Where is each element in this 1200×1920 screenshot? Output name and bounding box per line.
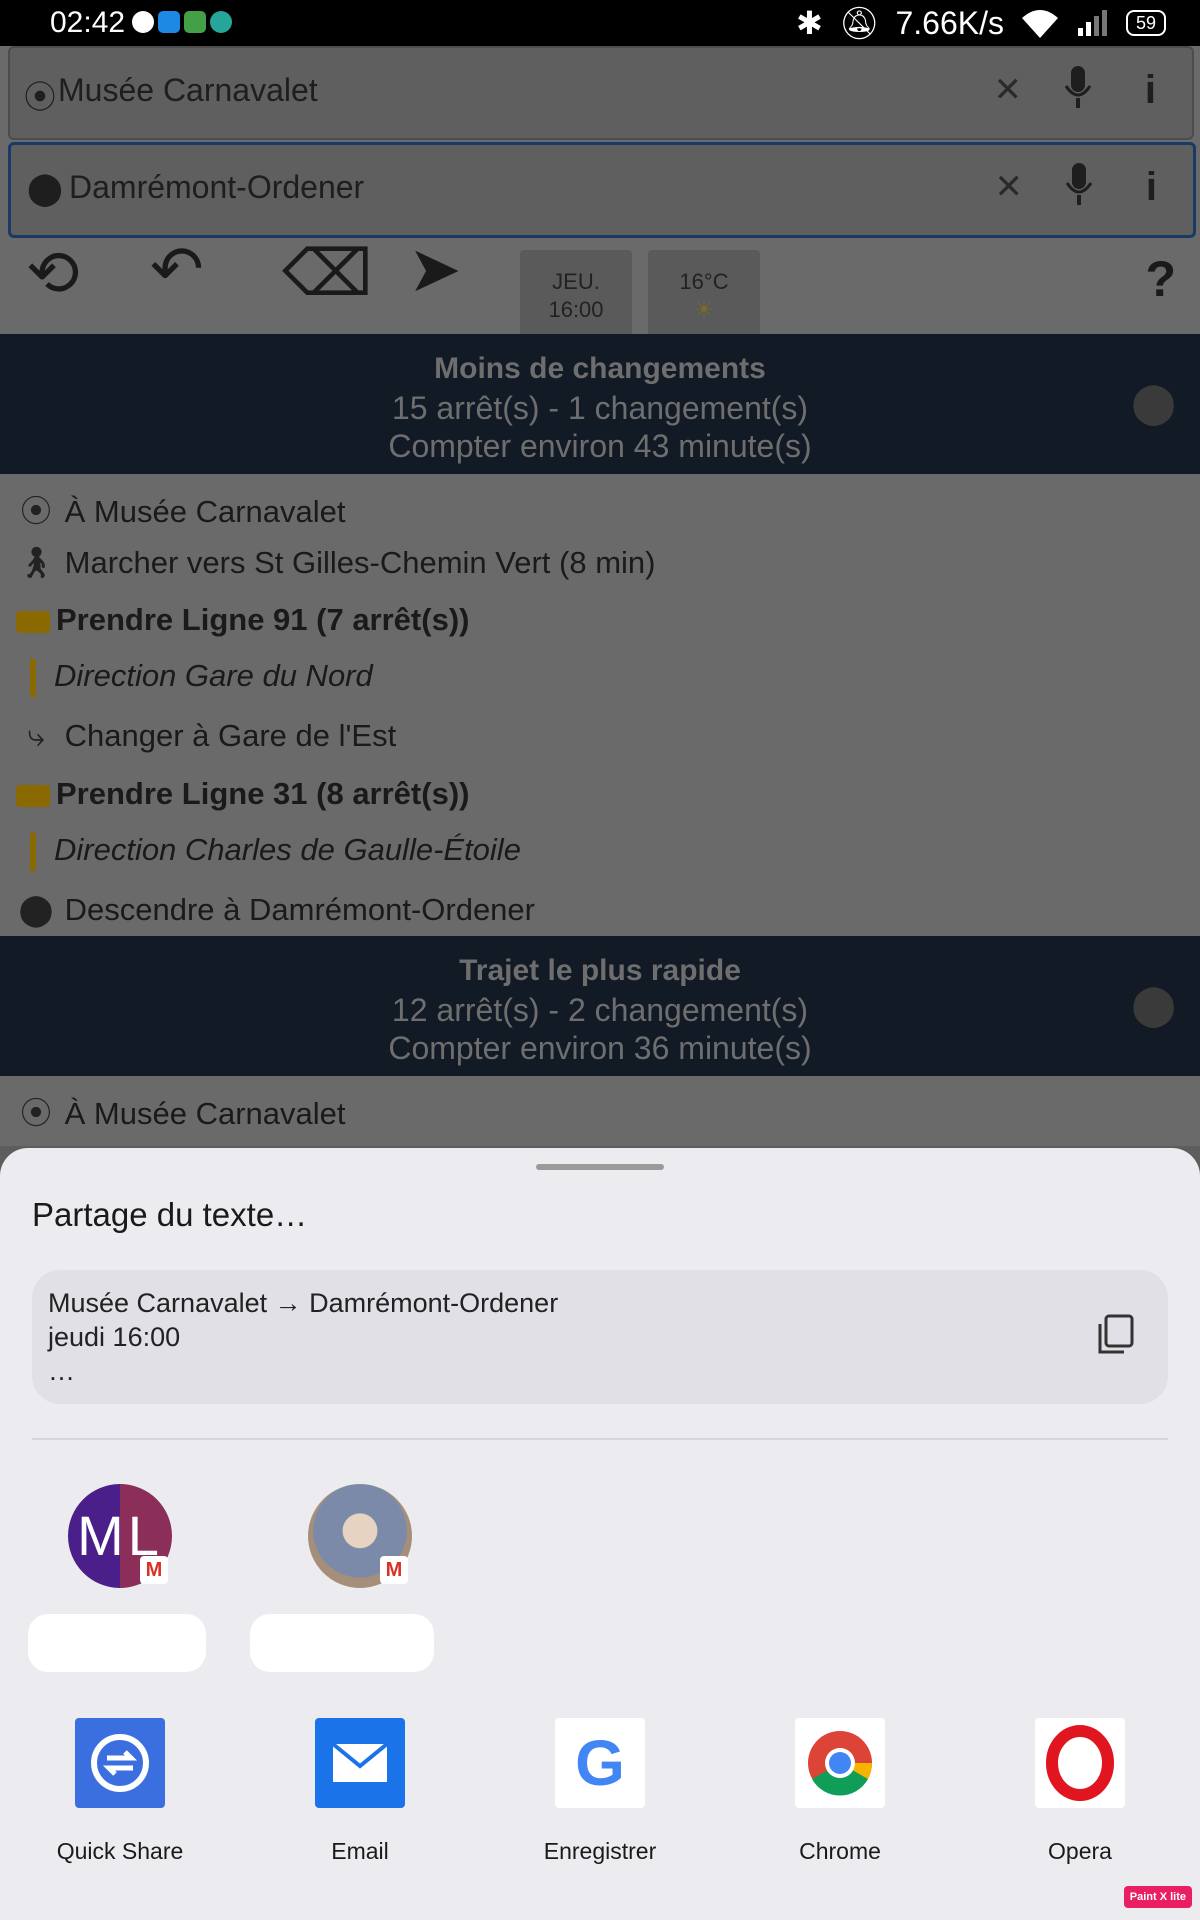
weather-icon: ☀: [694, 297, 714, 322]
help-icon[interactable]: ?: [1145, 250, 1176, 308]
destination-value: Damrémont-Ordener: [69, 169, 365, 205]
origin-field[interactable]: ⦿ Musée Carnavalet ✕ i: [8, 46, 1194, 140]
route2-duration: Compter environ 36 minute(s): [388, 1030, 812, 1066]
preview-line: …: [48, 1356, 75, 1386]
step-row: ⦿ À Musée Carnavalet: [16, 486, 346, 531]
google-icon[interactable]: G: [555, 1718, 645, 1808]
puzzle-notification-icon: [184, 11, 206, 33]
undo-icon[interactable]: ↶: [150, 232, 204, 307]
redacted-contact-name: [250, 1614, 434, 1672]
temperature-label: 16°C: [679, 269, 729, 294]
watermark-badge: Paint X lite: [1123, 1886, 1192, 1908]
bluetooth-icon: ✱: [796, 5, 823, 41]
day-label: JEU.: [552, 269, 600, 294]
clear-origin-icon[interactable]: ✕: [994, 70, 1023, 110]
pin-icon: ⬤: [18, 892, 54, 927]
gmail-icon: M: [380, 1556, 408, 1584]
transfer-icon: ⤷: [27, 718, 45, 753]
copy-icon[interactable]: [1096, 1314, 1134, 1356]
navigate-icon[interactable]: ➤: [408, 232, 462, 307]
map-pin-icon[interactable]: ⬤: [1131, 982, 1176, 1028]
preview-line: Musée Carnavalet → Damrémont-Ordener: [48, 1288, 559, 1318]
route-icon[interactable]: ⟲: [26, 236, 80, 311]
info-icon[interactable]: i: [1146, 165, 1157, 210]
quick-share-icon[interactable]: [75, 1718, 165, 1808]
email-icon[interactable]: [315, 1718, 405, 1808]
backspace-icon[interactable]: ⌫: [282, 236, 373, 311]
route2-banner[interactable]: Trajet le plus rapide 12 arrêt(s) - 2 ch…: [0, 936, 1200, 1076]
app-label: Quick Share: [56, 1838, 184, 1864]
wifi-icon: [1021, 10, 1058, 38]
battery-icon: 59: [1125, 10, 1166, 36]
divider: [32, 1438, 1168, 1440]
notification-icon: [132, 11, 154, 33]
line-bar: [30, 658, 36, 697]
app-notification-icon: [158, 11, 180, 33]
mic-icon[interactable]: [1064, 66, 1092, 110]
step-row: Prendre Ligne 31 (8 arrêt(s)): [16, 776, 469, 812]
line-bar: [30, 832, 36, 871]
mic-icon[interactable]: [1065, 163, 1093, 207]
info-icon[interactable]: i: [1145, 68, 1156, 113]
step-row: ⬤ Descendre à Damrémont-Ordener: [16, 892, 535, 928]
target-icon: ⦿: [20, 1096, 52, 1131]
share-title: Partage du texte…: [32, 1196, 308, 1233]
app-label: Email: [331, 1838, 389, 1864]
opera-icon[interactable]: [1035, 1718, 1125, 1808]
pin-icon: ⬤: [27, 170, 63, 206]
step-row: Direction Gare du Nord: [16, 658, 373, 697]
preview-line: jeudi 16:00: [48, 1322, 181, 1352]
bus-icon: [16, 610, 50, 633]
signal-icon: [1077, 10, 1107, 36]
status-bar: 02:42 ✱ 🔕︎ 7.66K/s 59: [0, 0, 1200, 46]
walk-icon: 🚶︎: [16, 545, 56, 580]
step-row: Direction Charles de Gaulle-Étoile: [16, 832, 521, 871]
clear-destination-icon[interactable]: ✕: [995, 167, 1024, 207]
mute-icon: 🔕︎: [838, 5, 880, 41]
route1-summary: 15 arrêt(s) - 1 changement(s): [391, 390, 809, 426]
origin-value: Musée Carnavalet: [58, 72, 318, 108]
route2-title: Trajet le plus rapide: [459, 954, 741, 987]
step-row: ⦿ À Musée Carnavalet: [16, 1088, 346, 1133]
route1-banner[interactable]: Moins de changements 15 arrêt(s) - 1 cha…: [0, 334, 1200, 474]
step-row: 🚶︎ Marcher vers St Gilles-Chemin Vert (8…: [16, 545, 656, 580]
app-label: Chrome: [799, 1838, 881, 1864]
gmail-icon: M: [140, 1556, 168, 1584]
redacted-contact-name: [28, 1614, 206, 1672]
route-planner-app: ⦿ Musée Carnavalet ✕ i ⬤ Damrémont-Orden…: [0, 46, 1200, 1146]
app-label: Opera: [1048, 1838, 1112, 1864]
status-time: 02:42: [50, 6, 126, 39]
step-row: ⤷ Changer à Gare de l'Est: [16, 718, 396, 755]
target-icon: ⦿: [20, 494, 52, 529]
bus-icon: [16, 784, 50, 807]
target-icon: ⦿: [24, 79, 57, 115]
text-preview: Musée Carnavalet → Damrémont-Ordener jeu…: [32, 1270, 1168, 1404]
destination-field[interactable]: ⬤ Damrémont-Ordener ✕ i: [8, 142, 1196, 238]
network-speed: 7.66K/s: [895, 4, 1004, 41]
metro-notification-icon: [210, 11, 232, 33]
time-label: 16:00: [548, 297, 604, 322]
app-label: Enregistrer: [543, 1838, 657, 1864]
route2-summary: 12 arrêt(s) - 2 changement(s): [391, 992, 809, 1028]
chrome-icon[interactable]: [795, 1718, 885, 1808]
share-sheet: Partage du texte… Musée Carnavalet → Dam…: [0, 1148, 1200, 1920]
drag-handle[interactable]: [536, 1164, 664, 1170]
step-row: Prendre Ligne 91 (7 arrêt(s)): [16, 602, 469, 638]
route1-title: Moins de changements: [434, 352, 766, 385]
route1-duration: Compter environ 43 minute(s): [388, 428, 812, 464]
map-pin-icon[interactable]: ⬤: [1131, 380, 1176, 426]
